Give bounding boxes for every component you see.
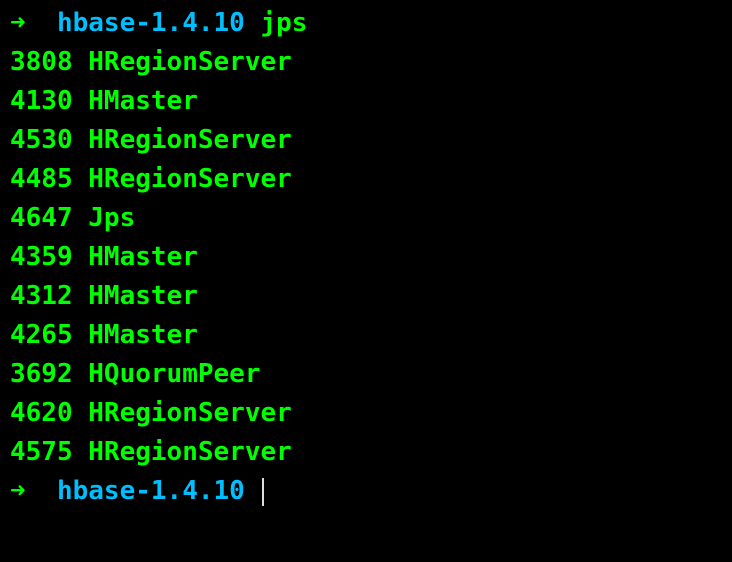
process-row: 4312 HMaster xyxy=(10,277,722,316)
process-pid: 4485 xyxy=(10,164,73,194)
process-name: HRegionServer xyxy=(88,164,292,194)
process-row: 4130 HMaster xyxy=(10,82,722,121)
process-pid: 4620 xyxy=(10,398,73,428)
process-name: HMaster xyxy=(88,320,198,350)
prompt-directory: hbase-1.4.10 xyxy=(57,8,245,38)
prompt-directory: hbase-1.4.10 xyxy=(57,476,245,506)
process-name: HRegionServer xyxy=(88,437,292,467)
process-row: 3692 HQuorumPeer xyxy=(10,355,722,394)
process-list: 3808 HRegionServer4130 HMaster4530 HRegi… xyxy=(10,43,722,472)
command-line-next[interactable]: ➜ hbase-1.4.10 xyxy=(10,472,722,511)
prompt-arrow-icon: ➜ xyxy=(10,476,26,506)
process-name: HMaster xyxy=(88,242,198,272)
process-pid: 4265 xyxy=(10,320,73,350)
prompt-arrow-icon: ➜ xyxy=(10,8,26,38)
process-pid: 4312 xyxy=(10,281,73,311)
process-name: HRegionServer xyxy=(88,47,292,77)
process-pid: 4530 xyxy=(10,125,73,155)
process-row: 4485 HRegionServer xyxy=(10,160,722,199)
command-text: jps xyxy=(260,8,307,38)
command-line: ➜ hbase-1.4.10 jps xyxy=(10,4,722,43)
process-name: HMaster xyxy=(88,281,198,311)
process-pid: 3692 xyxy=(10,359,73,389)
process-name: Jps xyxy=(88,203,135,233)
cursor xyxy=(262,478,264,506)
process-name: HRegionServer xyxy=(88,125,292,155)
process-name: HQuorumPeer xyxy=(88,359,260,389)
process-pid: 4359 xyxy=(10,242,73,272)
process-row: 4265 HMaster xyxy=(10,316,722,355)
process-pid: 4130 xyxy=(10,86,73,116)
process-name: HMaster xyxy=(88,86,198,116)
process-pid: 4575 xyxy=(10,437,73,467)
process-row: 3808 HRegionServer xyxy=(10,43,722,82)
process-row: 4647 Jps xyxy=(10,199,722,238)
process-pid: 3808 xyxy=(10,47,73,77)
process-row: 4620 HRegionServer xyxy=(10,394,722,433)
process-row: 4575 HRegionServer xyxy=(10,433,722,472)
process-name: HRegionServer xyxy=(88,398,292,428)
process-pid: 4647 xyxy=(10,203,73,233)
process-row: 4530 HRegionServer xyxy=(10,121,722,160)
process-row: 4359 HMaster xyxy=(10,238,722,277)
